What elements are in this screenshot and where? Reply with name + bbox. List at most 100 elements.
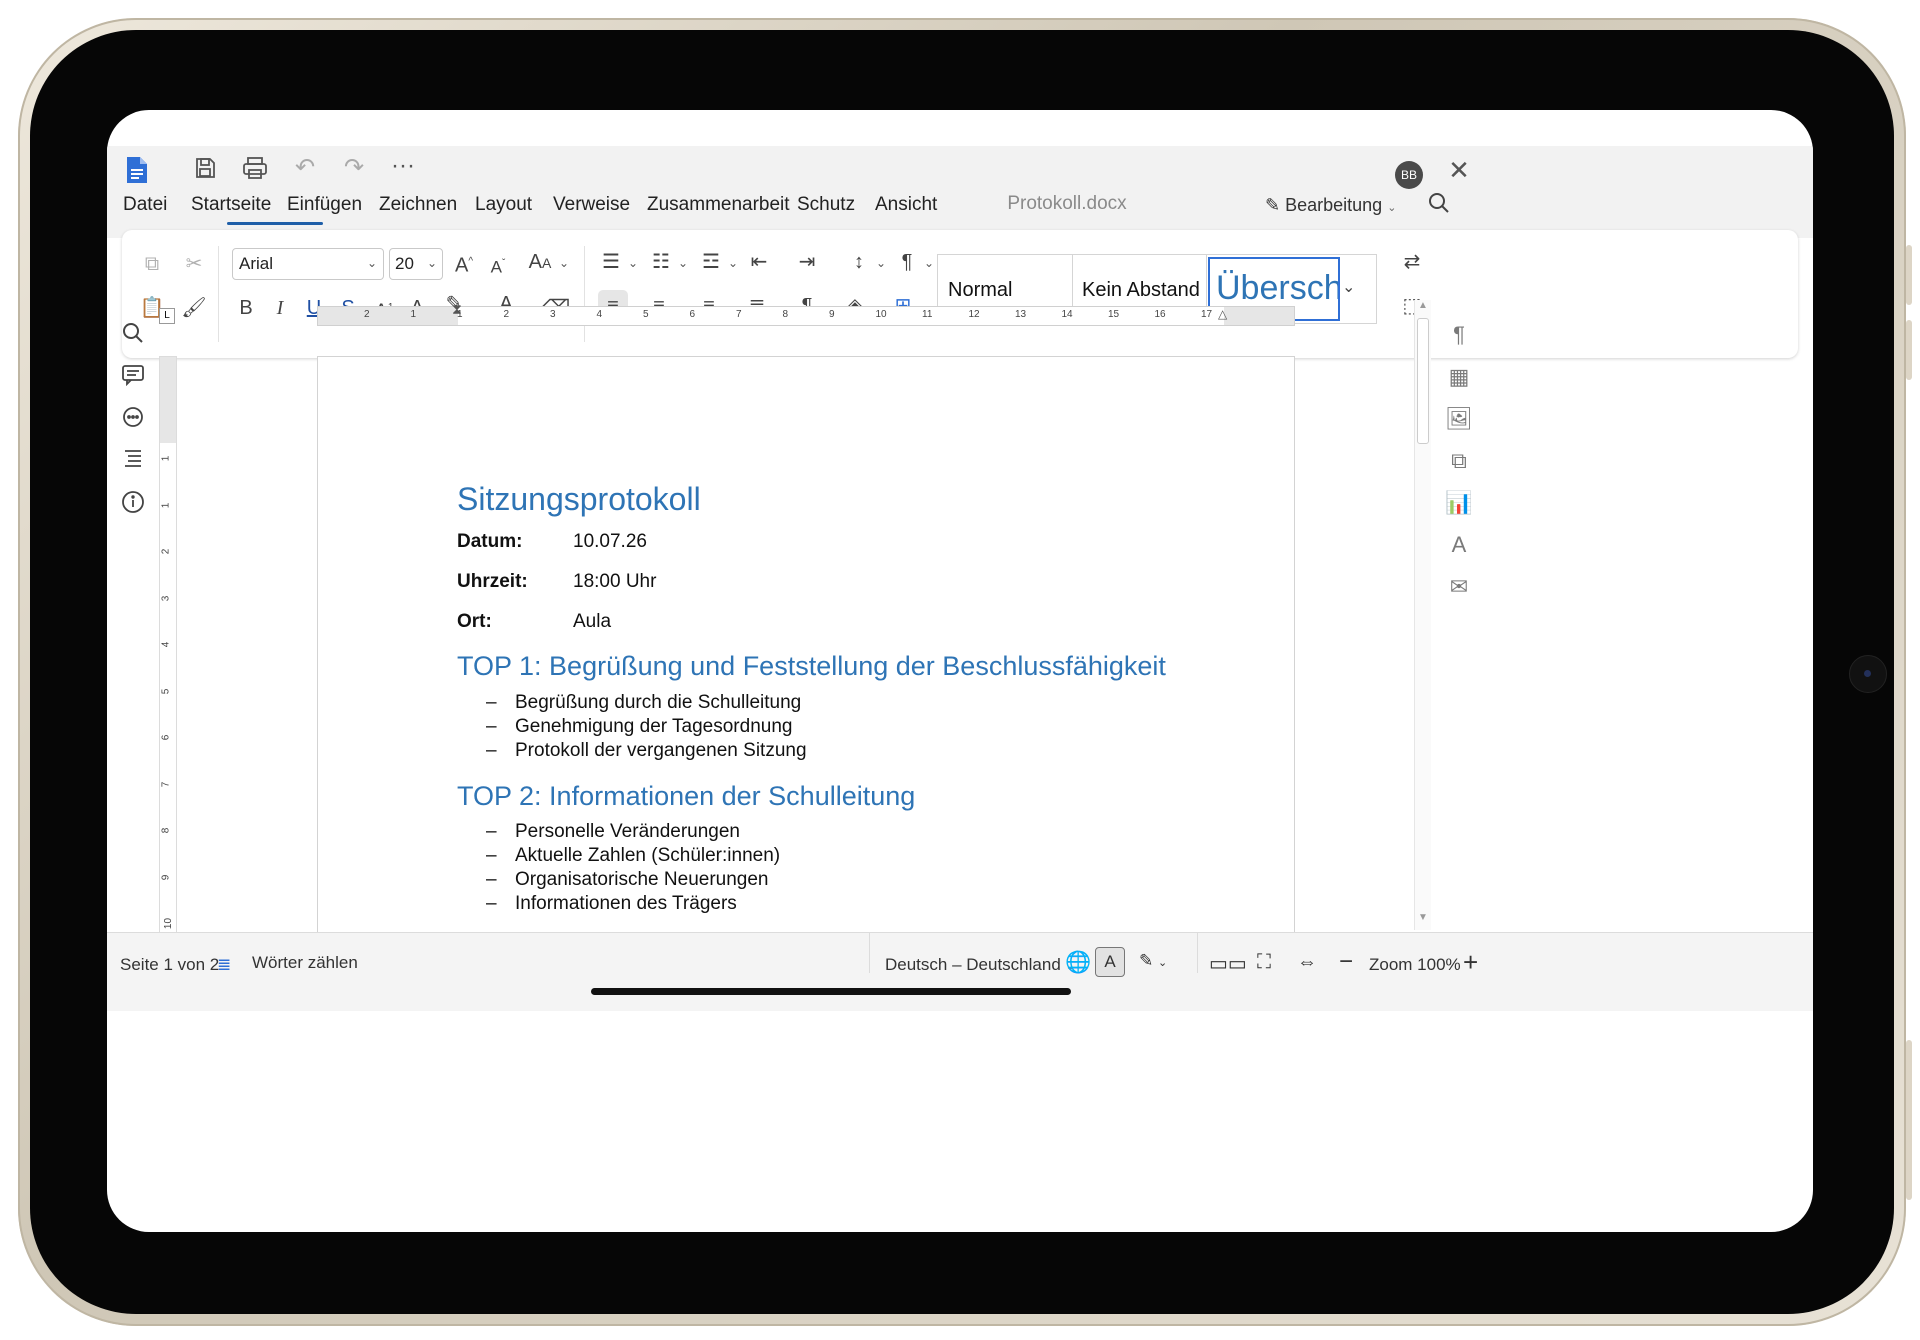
font-size-select[interactable]: 20 ⌄ xyxy=(389,248,443,280)
multilevel-list-icon[interactable]: ☲ xyxy=(698,250,724,274)
chevron-down-icon[interactable]: ⌄ xyxy=(728,256,738,270)
ruler-tick-label: 10 xyxy=(163,917,175,930)
save-icon[interactable] xyxy=(189,156,221,187)
home-indicator[interactable] xyxy=(591,988,1071,995)
right-indent-marker[interactable]: △ xyxy=(1218,307,1227,321)
shapes-icon[interactable]: ⧉ xyxy=(1445,448,1473,476)
scroll-down-icon[interactable]: ▼ xyxy=(1418,912,1428,923)
fit-page-icon[interactable]: ⛶ xyxy=(1257,951,1271,974)
chevron-down-icon: ⌄ xyxy=(426,256,437,270)
tab-verweise[interactable]: Verweise xyxy=(553,194,630,216)
track-changes-icon[interactable]: ✎ ⌄ xyxy=(1139,951,1167,971)
ruler-tick-label: 6 xyxy=(160,734,172,741)
status-bar: Seite 1 von 2 ≣ Wörter zählen Deutsch – … xyxy=(107,932,1813,1011)
image-icon[interactable]: 🖼 xyxy=(1445,406,1473,434)
ruler-tick-label: 14 xyxy=(1061,309,1073,320)
tab-startseite[interactable]: Startseite xyxy=(191,194,271,216)
bullet-dash: – xyxy=(486,692,497,713)
search-icon[interactable] xyxy=(1423,192,1455,221)
tab-stop-selector[interactable]: L xyxy=(159,308,175,324)
edit-mode-button[interactable]: ✎ Bearbeitung ⌄ xyxy=(1265,195,1396,216)
ruler-tick-label: 9 xyxy=(829,309,835,320)
spellcheck-icon[interactable]: A xyxy=(1095,947,1125,977)
italic-icon[interactable]: I xyxy=(268,296,292,320)
shrink-font-icon[interactable]: Aˇ xyxy=(486,252,510,280)
book-view-icon[interactable]: ▭▭ xyxy=(1209,951,1247,976)
font-family-select[interactable]: Arial ⌄ xyxy=(232,248,384,280)
word-count-icon: ≣ xyxy=(217,955,232,974)
chevron-down-icon[interactable]: ⌄ xyxy=(559,256,569,270)
user-avatar[interactable]: BB xyxy=(1395,161,1423,189)
scrollbar-thumb[interactable] xyxy=(1417,318,1429,444)
chat-icon[interactable] xyxy=(119,406,147,434)
tab-datei[interactable]: Datei xyxy=(123,194,167,216)
meta-label: Uhrzeit: xyxy=(457,571,528,592)
numbered-list-icon[interactable]: ☷ xyxy=(648,250,674,274)
ruler-tick-label: 4 xyxy=(160,641,172,648)
redo-icon[interactable]: ↷ xyxy=(338,154,370,182)
zoom-in-icon[interactable]: + xyxy=(1463,947,1478,978)
print-icon[interactable] xyxy=(239,156,271,187)
bullet-list-icon[interactable]: ☰ xyxy=(598,250,624,274)
bullet-dash: – xyxy=(486,821,497,842)
zoom-out-icon[interactable]: − xyxy=(1339,948,1353,976)
chevron-down-icon: ⌄ xyxy=(1157,957,1168,969)
tab-layout[interactable]: Layout xyxy=(475,194,532,216)
change-case-icon[interactable]: AA xyxy=(524,250,556,275)
ruler-tick-label: 1 xyxy=(410,309,417,320)
ruler-tick-label: 2 xyxy=(364,309,370,320)
tab-ansicht[interactable]: Ansicht xyxy=(875,194,937,216)
tab-zusammenarbeit[interactable]: Zusammenarbeit xyxy=(647,194,790,216)
chevron-down-icon[interactable]: ⌄ xyxy=(924,256,934,270)
vertical-scrollbar[interactable]: ▲ ▼ xyxy=(1414,300,1431,930)
text-art-icon[interactable]: A xyxy=(1445,532,1473,560)
cut-icon[interactable]: ✂ xyxy=(180,252,208,276)
tab-schutz[interactable]: Schutz xyxy=(797,194,855,216)
chart-icon[interactable]: 📊 xyxy=(1445,490,1473,518)
chevron-down-icon[interactable]: ⌄ xyxy=(1342,277,1355,297)
undo-icon[interactable]: ↶ xyxy=(289,154,321,182)
bold-icon[interactable]: B xyxy=(234,296,258,320)
line-spacing-icon[interactable]: ↕ xyxy=(846,250,872,274)
fit-width-icon[interactable]: ⇔ xyxy=(1297,951,1317,974)
grow-font-icon[interactable]: A^ xyxy=(452,250,476,278)
horizontal-ruler[interactable]: ⧗ △ 2 1 1 2 3 4 5 6 7 8 9 10 11 12 13 14 15 16 17 xyxy=(317,301,1295,326)
chevron-down-icon[interactable]: ⌄ xyxy=(678,256,688,270)
tab-zeichnen[interactable]: Zeichnen xyxy=(379,194,457,216)
vertical-ruler[interactable]: 1 1 2 3 4 5 6 7 8 9 10 xyxy=(159,356,177,938)
document-page[interactable]: Sitzungsprotokoll Datum: 10.07.26 Uhrzei… xyxy=(317,356,1295,958)
chevron-down-icon[interactable]: ⌄ xyxy=(628,256,638,270)
format-painter-icon[interactable]: 🖌 xyxy=(180,296,208,320)
replace-icon[interactable]: ⇄ xyxy=(1398,250,1426,274)
app-screen: ↶ ↷ ··· Protokoll.docx BB ✕ Datei Starts… xyxy=(107,110,1813,1232)
ribbon-divider xyxy=(584,246,585,342)
active-tab-indicator xyxy=(227,222,323,225)
scroll-up-icon[interactable]: ▲ xyxy=(1418,300,1428,311)
ruler-tick-label: 8 xyxy=(782,309,789,320)
ruler-tick-label: 4 xyxy=(596,309,603,320)
search-icon[interactable] xyxy=(119,322,147,350)
ruler-tick-label: 3 xyxy=(550,309,556,320)
page-indicator: Seite 1 von 2 xyxy=(120,955,220,974)
more-icon[interactable]: ··· xyxy=(387,152,419,180)
status-divider xyxy=(869,933,870,973)
decrease-indent-icon[interactable]: ⇤ xyxy=(746,250,772,274)
info-icon[interactable] xyxy=(119,490,147,518)
close-icon[interactable]: ✕ xyxy=(1443,156,1475,184)
navigation-icon[interactable] xyxy=(119,448,147,476)
copy-icon[interactable]: ⧉ xyxy=(138,252,166,276)
tab-einfuegen[interactable]: Einfügen xyxy=(287,194,362,216)
front-camera xyxy=(1849,655,1887,693)
language-select[interactable]: Deutsch – Deutschland ⌄ xyxy=(885,955,1075,975)
increase-indent-icon[interactable]: ⇥ xyxy=(794,250,820,274)
mail-merge-icon[interactable]: ✉ xyxy=(1445,574,1473,602)
word-count-button[interactable]: Wörter zählen xyxy=(252,953,358,973)
list-item: Genehmigung der Tagesordnung xyxy=(515,716,793,737)
paragraph-settings-icon[interactable]: ¶ xyxy=(894,250,920,274)
comment-icon[interactable] xyxy=(119,364,147,392)
table-icon[interactable]: ▦ xyxy=(1445,364,1473,392)
paragraph-icon[interactable]: ¶ xyxy=(1445,322,1473,350)
font-size-value: 20 xyxy=(395,254,414,273)
chevron-down-icon[interactable]: ⌄ xyxy=(876,256,886,270)
globe-icon[interactable]: 🌐 xyxy=(1065,951,1091,975)
